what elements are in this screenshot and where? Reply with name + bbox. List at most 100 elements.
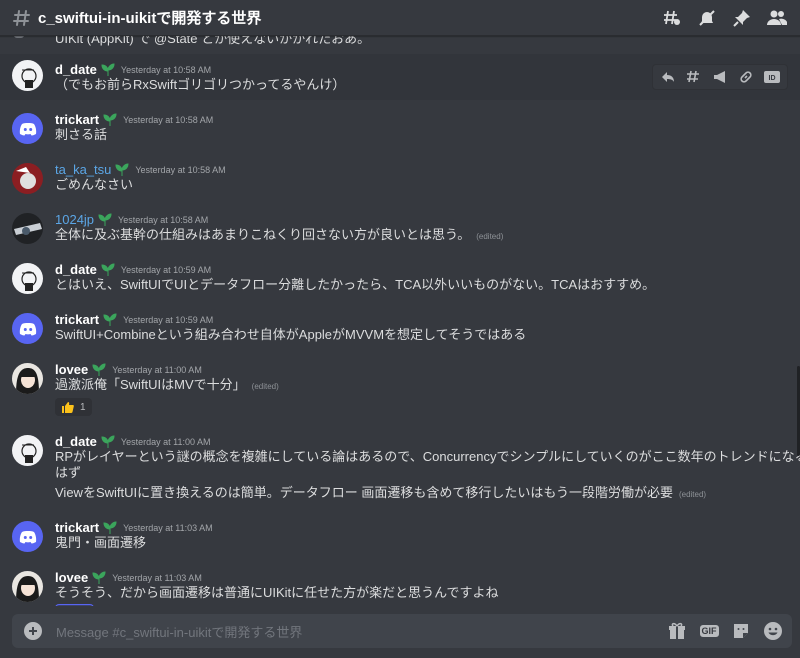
avatar[interactable] — [12, 363, 43, 394]
username[interactable]: lovee — [55, 570, 88, 585]
sprout-icon — [98, 212, 112, 226]
sprout-icon — [103, 312, 117, 326]
sprout-icon — [101, 434, 115, 448]
message-composer[interactable]: Message #c_swiftui-in-uikitで開発する世界 GIF — [12, 614, 792, 648]
message-header: trickart Yesterday at 10:59 AM — [55, 312, 213, 327]
avatar[interactable] — [14, 36, 24, 38]
avatar[interactable] — [12, 263, 43, 294]
avatar[interactable] — [12, 60, 43, 91]
message[interactable]: trickart Yesterday at 10:59 AM SwiftUI+C… — [0, 308, 800, 348]
message-text: RPがレイヤーという謎の概念を複雑にしている論はあるので、Concurrency… — [55, 448, 800, 466]
message-input[interactable]: Message #c_swiftui-in-uikitで開発する世界 — [56, 622, 302, 641]
message[interactable]: 1024jp Yesterday at 10:58 AM 全体に及ぶ基幹の仕組み… — [0, 208, 800, 248]
message-text: はず — [55, 464, 81, 482]
timestamp[interactable]: Yesterday at 11:03 AM — [123, 523, 213, 533]
message-text: ViewをSwiftUIに置き換えるのは簡単。データフロー 画面遷移も含めて移行… — [55, 484, 706, 504]
reaction-thumbs-up[interactable]: 2 — [55, 604, 94, 606]
message-list[interactable]: UIKit (AppKit) で @State とか使えないかかれたおあ。 d_… — [0, 36, 800, 606]
sprout-icon — [92, 362, 106, 376]
channel-title: c_swiftui-in-uikitで開発する世界 — [38, 10, 262, 27]
username[interactable]: ta_ka_tsu — [55, 162, 111, 177]
message-header: ta_ka_tsu Yesterday at 10:58 AM — [55, 162, 226, 177]
megaphone-icon[interactable] — [709, 66, 731, 88]
message-header: d_date Yesterday at 10:58 AM — [55, 62, 211, 77]
timestamp[interactable]: Yesterday at 10:58 AM — [135, 165, 225, 175]
message-body: 刺さる話 — [55, 127, 108, 142]
username[interactable]: trickart — [55, 312, 99, 327]
avatar[interactable] — [12, 213, 43, 244]
sprout-icon — [103, 520, 117, 534]
threads-icon[interactable] — [661, 7, 683, 29]
message[interactable]: d_date Yesterday at 11:00 AM RPがレイヤーという謎… — [0, 430, 800, 510]
composer-actions: GIF — [666, 620, 784, 642]
message[interactable]: lovee Yesterday at 11:03 AM そうそう、だから画面遷移… — [0, 566, 800, 606]
message-header: d_date Yesterday at 11:00 AM — [55, 434, 210, 449]
message[interactable]: d_date Yesterday at 10:58 AM （でもお前らRxSwi… — [0, 54, 800, 100]
message-text: SwiftUI+Combineという組み合わせ自体がAppleがMVVMを想定し… — [55, 326, 526, 344]
message-text: とはいえ、SwiftUIでUIとデータフロー分離したかったら、TCA以外いいもの… — [55, 276, 655, 294]
svg-text:ID: ID — [769, 75, 776, 82]
scrollbar[interactable] — [796, 36, 800, 606]
message-text: ごめんなさい — [55, 176, 133, 194]
avatar[interactable] — [12, 521, 43, 552]
username[interactable]: d_date — [55, 434, 97, 449]
timestamp[interactable]: Yesterday at 10:58 AM — [118, 215, 208, 225]
sprout-icon — [101, 262, 115, 276]
username[interactable]: lovee — [55, 362, 88, 377]
reply-icon[interactable] — [657, 66, 679, 88]
header-actions — [661, 7, 788, 29]
message-text: 過激派俺「SwiftUIはMVで十分」 (edited) — [55, 376, 279, 396]
timestamp[interactable]: Yesterday at 10:58 AM — [121, 65, 211, 75]
timestamp[interactable]: Yesterday at 11:00 AM — [121, 437, 211, 447]
timestamp[interactable]: Yesterday at 10:59 AM — [121, 265, 211, 275]
message-text: そうそう、だから画面遷移は普通にUIKitに任せた方が楽だと思うんですよね — [55, 584, 499, 602]
edited-label: (edited) — [678, 490, 707, 499]
message-header: lovee Yesterday at 11:00 AM — [55, 362, 202, 377]
gif-icon[interactable]: GIF — [698, 620, 720, 642]
message-header: 1024jp Yesterday at 10:58 AM — [55, 212, 208, 227]
username[interactable]: 1024jp — [55, 212, 94, 227]
timestamp[interactable]: Yesterday at 10:59 AM — [123, 315, 213, 325]
message-body: （でもお前らRxSwiftゴリゴリつかってるやんけ） — [55, 77, 346, 92]
thread-icon[interactable] — [683, 66, 705, 88]
username[interactable]: trickart — [55, 520, 99, 535]
message[interactable]: ta_ka_tsu Yesterday at 10:58 AM ごめんなさい — [0, 158, 800, 198]
timestamp[interactable]: Yesterday at 11:00 AM — [112, 365, 202, 375]
link-icon[interactable] — [735, 66, 757, 88]
mute-icon[interactable] — [696, 7, 718, 29]
timestamp[interactable]: Yesterday at 11:03 AM — [112, 573, 202, 583]
members-icon[interactable] — [766, 7, 788, 29]
avatar[interactable] — [12, 313, 43, 344]
message-header: trickart Yesterday at 11:03 AM — [55, 520, 213, 535]
timestamp[interactable]: Yesterday at 10:58 AM — [123, 115, 213, 125]
message[interactable]: d_date Yesterday at 10:59 AM とはいえ、SwiftU… — [0, 258, 800, 298]
message-text: 全体に及ぶ基幹の仕組みはあまりこねくり回さない方が良いとは思う。 (edited) — [55, 226, 503, 246]
avatar[interactable] — [12, 571, 43, 602]
avatar[interactable] — [12, 435, 43, 466]
message[interactable]: lovee Yesterday at 11:00 AM 過激派俺「SwiftUI… — [0, 358, 800, 420]
avatar[interactable] — [12, 113, 43, 144]
username[interactable]: d_date — [55, 262, 97, 277]
message-header: trickart Yesterday at 10:58 AM — [55, 112, 213, 127]
message-hover-toolbar: ID — [652, 64, 788, 90]
username[interactable]: d_date — [55, 62, 97, 77]
gift-icon[interactable] — [666, 620, 688, 642]
sticker-icon[interactable] — [730, 620, 752, 642]
edited-label: (edited) — [251, 382, 279, 391]
avatar[interactable] — [12, 163, 43, 194]
message-header: d_date Yesterday at 10:59 AM — [55, 262, 211, 277]
message[interactable]: trickart Yesterday at 10:58 AM 刺さる話 — [0, 108, 800, 148]
sprout-icon — [115, 162, 129, 176]
emoji-icon[interactable] — [762, 620, 784, 642]
username[interactable]: trickart — [55, 112, 99, 127]
message-body: そうそう、だから画面遷移は普通にUIKitに任せた方が楽だと思うんですよね — [55, 585, 499, 600]
id-icon[interactable]: ID — [761, 66, 783, 88]
message-body: はず — [55, 465, 82, 480]
message-text: （でもお前らRxSwiftゴリゴリつかってるやんけ） — [55, 76, 345, 94]
message-text: 鬼門・画面遷移 — [55, 534, 146, 552]
message-body: 過激派俺「SwiftUIはMVで十分」 — [55, 377, 246, 392]
reaction-thumbs-up[interactable]: 1 — [55, 398, 92, 416]
pin-icon[interactable] — [731, 7, 753, 29]
message[interactable]: trickart Yesterday at 11:03 AM 鬼門・画面遷移 — [0, 516, 800, 556]
add-icon[interactable] — [24, 622, 42, 640]
